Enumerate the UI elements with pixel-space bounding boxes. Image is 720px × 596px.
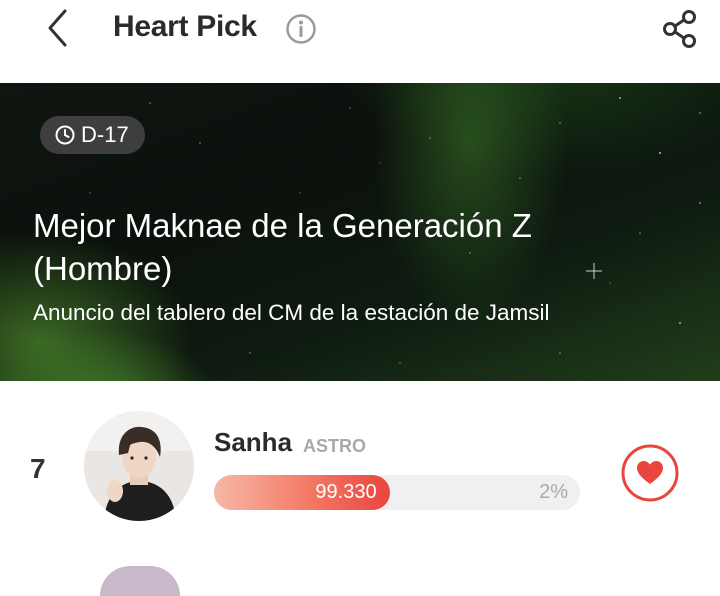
event-banner: D-17 Mejor Maknae de la Generación Z (Ho… <box>0 83 720 381</box>
dday-badge: D-17 <box>40 116 145 154</box>
share-icon <box>663 10 696 48</box>
back-button[interactable] <box>36 4 80 52</box>
top-bar: Heart Pick <box>0 0 720 82</box>
candidate-row[interactable]: 7 Sanha ASTRO 99.330 2% <box>0 381 720 541</box>
share-button[interactable] <box>659 8 701 50</box>
chevron-left-icon <box>48 9 67 47</box>
avatar[interactable] <box>84 411 194 521</box>
info-icon[interactable] <box>285 13 317 45</box>
vote-progress-fill: 99.330 <box>214 475 390 510</box>
event-title: Mejor Maknae de la Generación Z (Hombre) <box>33 207 532 287</box>
vote-percent: 2% <box>539 481 568 503</box>
vote-progress-bar: 99.330 2% <box>214 475 580 510</box>
event-subtitle: Anuncio del tablero del CM de la estació… <box>33 300 550 325</box>
candidate-group: ASTRO <box>303 436 366 456</box>
rank-number: 7 <box>30 453 46 484</box>
next-candidate-avatar[interactable] <box>100 566 180 596</box>
dday-label: D-17 <box>81 122 129 147</box>
candidate-name: Sanha <box>214 427 293 457</box>
clock-icon <box>55 125 75 145</box>
vote-heart-button[interactable] <box>620 443 680 503</box>
heart-icon <box>621 444 679 502</box>
vote-count: 99.330 <box>315 481 377 503</box>
page-title: Heart Pick <box>113 10 257 43</box>
